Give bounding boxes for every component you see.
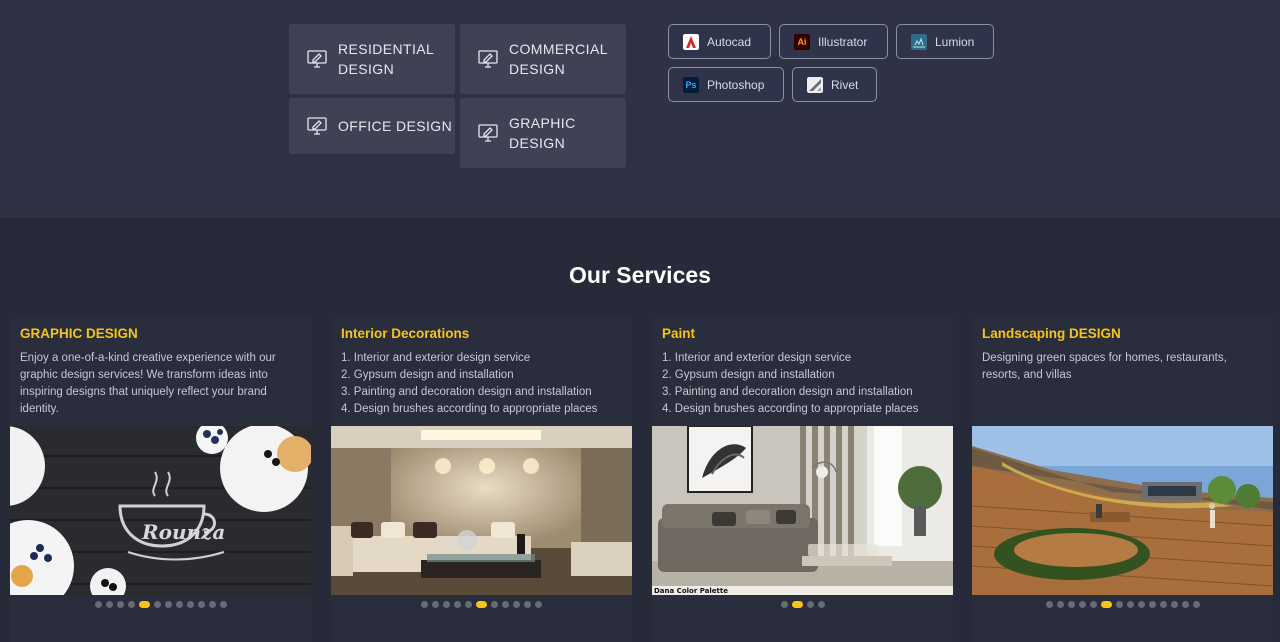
carousel-dot[interactable] [138,601,150,608]
carousel-dot[interactable] [1100,601,1112,608]
service-card-interior-decorations: Interior Decorations 1. Interior and ext… [331,318,632,642]
service-card-description: 1. Interior and exterior design service … [662,352,919,415]
carousel-dot[interactable] [491,601,498,608]
carousel-dot[interactable] [535,601,542,608]
carousel-dot[interactable] [208,601,216,608]
carousel-dot[interactable] [791,601,803,608]
service-image-landscaping-design [972,426,1273,595]
carousel-dot[interactable] [94,601,102,608]
service-card-title: Paint [662,326,696,341]
carousel-dot[interactable] [780,601,788,608]
rounza-logo: Rounza [141,520,225,544]
software-name: Autocad [707,34,752,49]
service-card-description: Enjoy a one-of-a-kind creative experienc… [20,352,276,415]
carousel-dot[interactable] [432,601,439,608]
software-photoshop-chip[interactable]: Ps Photoshop [668,67,784,102]
carousel-dot[interactable] [127,601,135,608]
service-image-interior-decorations [331,426,632,595]
service-image-paint: Dana Color Palette [652,426,953,595]
software-rivet-chip[interactable]: Rivet [792,67,877,102]
lumion-logo-icon [911,33,927,50]
carousel-dot[interactable] [806,601,814,608]
carousel-dot[interactable] [197,601,205,608]
category-label: COMMERCIAL DESIGN [509,41,608,77]
carousel-dot[interactable] [1192,601,1200,608]
carousel-dot[interactable] [502,601,509,608]
service-card-graphic-design: GRAPHIC DESIGN Enjoy a one-of-a-kind cre… [10,318,311,642]
category-label: RESIDENTIAL DESIGN [338,41,435,77]
service-card-paint: Paint 1. Interior and exterior design se… [652,318,953,642]
carousel-dot[interactable] [1181,601,1189,608]
carousel-dot[interactable] [1089,601,1097,608]
carousel-dot[interactable] [116,601,124,608]
top-section [0,0,1280,218]
carousel-dot[interactable] [1170,601,1178,608]
carousel-dots [10,601,311,608]
service-card-title: GRAPHIC DESIGN [20,326,138,341]
rivet-logo-icon [807,76,823,93]
carousel-dots [972,601,1273,608]
service-card-title: Interior Decorations [341,326,470,341]
carousel-dot[interactable] [186,601,194,608]
category-label: OFFICE DESIGN [338,118,453,134]
carousel-dot[interactable] [153,601,161,608]
monitor-design-icon [478,50,498,68]
carousel-dot[interactable] [1115,601,1123,608]
monitor-design-icon [307,50,327,68]
monitor-design-icon [478,124,498,142]
service-card-landscaping-design: Landscaping DESIGN Designing green space… [972,318,1273,642]
carousel-dots [652,601,953,608]
carousel-dot[interactable] [164,601,172,608]
service-card-description: 1. Interior and exterior design service … [341,352,598,415]
category-graphic-design[interactable]: GRAPHIC DESIGN [460,98,626,168]
carousel-dot[interactable] [1056,601,1064,608]
carousel-dot[interactable] [476,601,487,608]
carousel-dot[interactable] [1078,601,1086,608]
autocad-logo-icon [683,33,699,50]
carousel-dot[interactable] [513,601,520,608]
carousel-dot[interactable] [1148,601,1156,608]
carousel-dot[interactable] [1067,601,1075,608]
carousel-dot[interactable] [1126,601,1134,608]
software-name: Rivet [831,77,859,92]
image-caption: Dana Color Palette [654,587,728,595]
carousel-dot[interactable] [105,601,113,608]
monitor-design-icon [307,117,327,135]
software-illustrator-chip[interactable]: Ai Illustrator [779,24,888,59]
carousel-dot[interactable] [465,601,472,608]
carousel-dot[interactable] [1137,601,1145,608]
carousel-dots [331,601,632,608]
software-lumion-chip[interactable]: Lumion [896,24,994,59]
service-card-description: Designing green spaces for homes, restau… [982,352,1227,381]
carousel-dot[interactable] [443,601,450,608]
carousel-dot[interactable] [421,601,428,608]
service-card-title: Landscaping DESIGN [982,326,1121,341]
category-label: GRAPHIC DESIGN [509,115,576,151]
software-autocad-chip[interactable]: Autocad [668,24,771,59]
category-commercial-design[interactable]: COMMERCIAL DESIGN [460,24,626,94]
services-heading: Our Services [569,262,711,288]
service-image-graphic-design: Rounza [10,426,311,595]
category-residential-design[interactable]: RESIDENTIAL DESIGN [289,24,455,94]
carousel-dot[interactable] [454,601,461,608]
software-name: Lumion [935,34,975,49]
software-name: Illustrator [818,34,868,49]
software-name: Photoshop [707,77,765,92]
carousel-dot[interactable] [817,601,825,608]
carousel-dot[interactable] [219,601,227,608]
carousel-dot[interactable] [1159,601,1167,608]
carousel-dot[interactable] [524,601,531,608]
carousel-dot[interactable] [175,601,183,608]
illustrator-logo-icon: Ai [794,33,810,50]
category-office-design[interactable]: OFFICE DESIGN [289,98,455,154]
photoshop-logo-icon: Ps [683,76,699,93]
carousel-dot[interactable] [1045,601,1053,608]
